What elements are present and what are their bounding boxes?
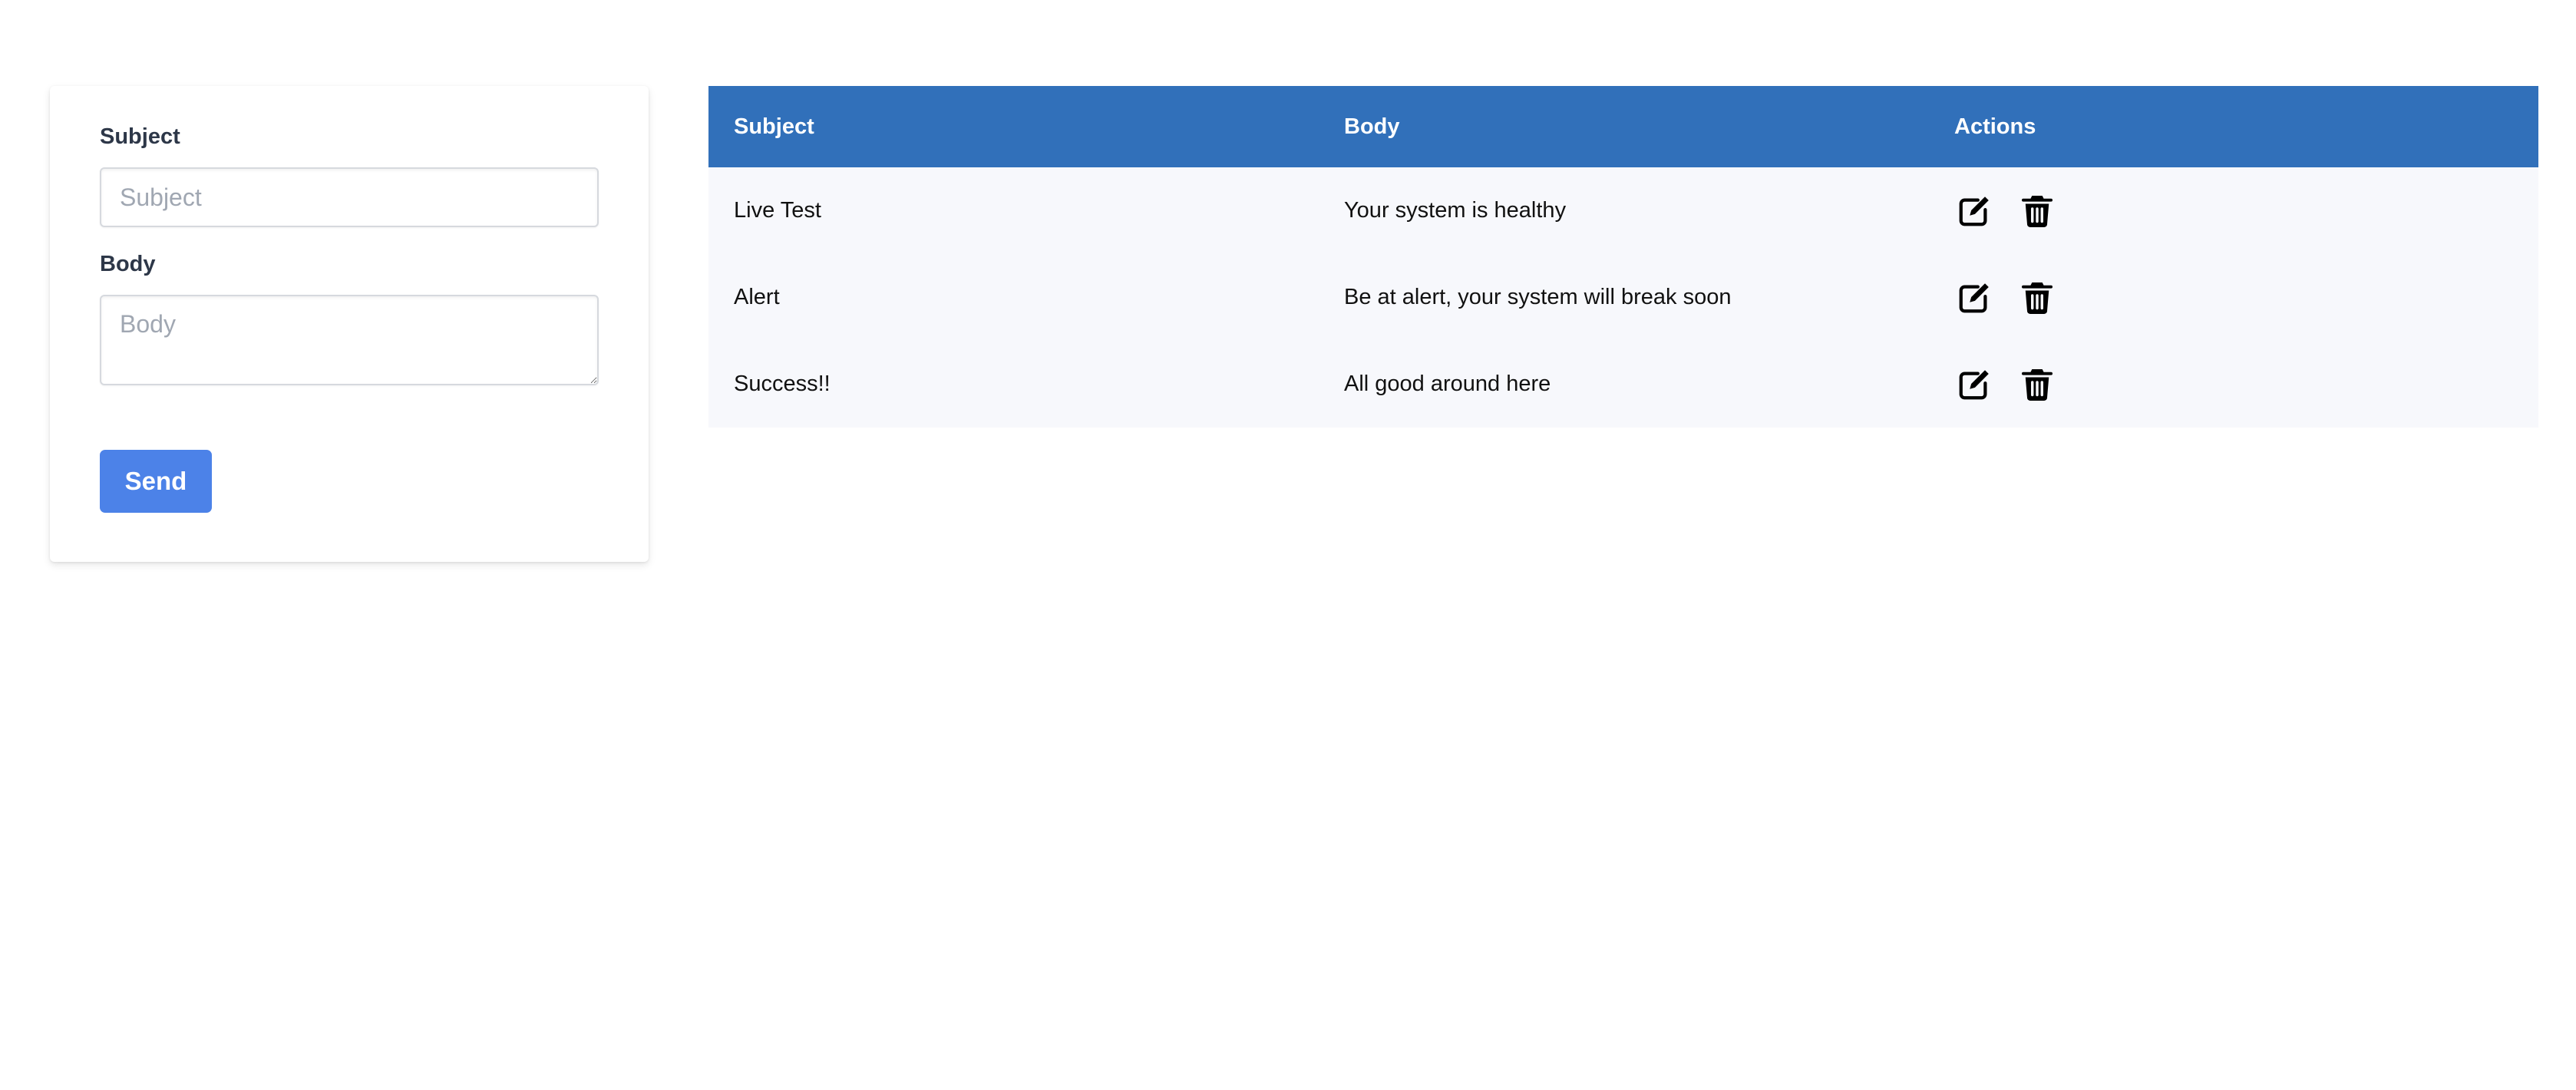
row-subject-cell: Success!!: [734, 372, 831, 396]
trash-icon[interactable]: [2017, 365, 2057, 405]
body-label: Body: [100, 252, 156, 276]
row-subject-cell: Alert: [734, 285, 780, 309]
row-actions-cell: [1929, 191, 2538, 231]
row-body-cell: All good around here: [1344, 372, 1551, 396]
trash-icon[interactable]: [2017, 191, 2057, 231]
row-subject-cell: Live Test: [734, 198, 821, 223]
edit-icon[interactable]: [1954, 191, 1994, 231]
messages-table: Subject Body Actions Live Test Your syst…: [708, 86, 2538, 428]
column-header-actions: Actions: [1954, 114, 2036, 139]
subject-input[interactable]: [100, 167, 599, 227]
row-body-cell: Your system is healthy: [1344, 198, 1567, 223]
row-actions-cell: [1929, 365, 2538, 405]
edit-icon[interactable]: [1954, 365, 1994, 405]
message-form-card: Subject Body Send: [50, 86, 649, 562]
table-row: Success!! All good around here: [708, 341, 2538, 428]
table-row: Alert Be at alert, your system will brea…: [708, 254, 2538, 341]
row-body-cell: Be at alert, your system will break soon: [1344, 285, 1732, 309]
column-header-subject: Subject: [734, 114, 814, 139]
row-actions-cell: [1929, 278, 2538, 318]
table-header: Subject Body Actions: [708, 86, 2538, 167]
trash-icon[interactable]: [2017, 278, 2057, 318]
subject-label: Subject: [100, 124, 180, 149]
page: Subject Body Send Subject Body Actions L…: [0, 0, 2576, 1090]
edit-icon[interactable]: [1954, 278, 1994, 318]
column-header-body: Body: [1344, 114, 1400, 139]
body-textarea[interactable]: [100, 295, 599, 385]
send-button[interactable]: Send: [100, 450, 212, 513]
table-row: Live Test Your system is healthy: [708, 167, 2538, 254]
table-body: Live Test Your system is healthy Alert B…: [708, 167, 2538, 428]
